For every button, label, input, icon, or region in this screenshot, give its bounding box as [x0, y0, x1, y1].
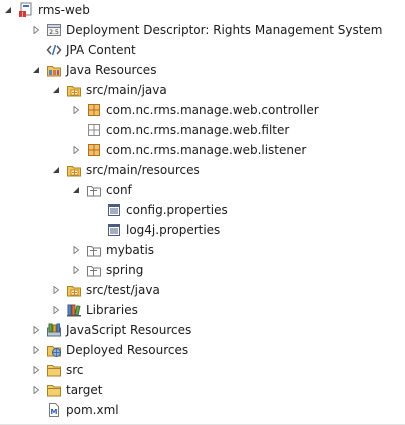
tree-item-deployment-descriptor[interactable]: 2.5 Deployment Descriptor: Rights Manage… — [0, 20, 405, 40]
empty-package-icon — [86, 122, 102, 138]
tree-item-src[interactable]: src — [0, 360, 405, 380]
expand-arrow-icon[interactable] — [70, 240, 82, 260]
collapse-arrow-icon[interactable] — [30, 60, 42, 80]
deployed-resources-icon — [46, 342, 62, 358]
collapse-arrow-icon[interactable] — [50, 160, 62, 180]
collapse-arrow-icon[interactable] — [50, 80, 62, 100]
tree-item-mybatis[interactable]: mybatis — [0, 240, 405, 260]
project-explorer-tree: J rms-web 2.5 Deployment Descriptor: Rig… — [0, 0, 405, 425]
tree-item-jpa-content[interactable]: JPA Content — [0, 40, 405, 60]
tree-item-label: spring — [106, 263, 144, 277]
tree-item-label: src/main/resources — [86, 163, 200, 177]
properties-file-icon — [106, 222, 122, 238]
tree-item-label: src — [66, 363, 84, 377]
tree-item-label: Deployed Resources — [66, 343, 189, 357]
source-folder-icon — [66, 162, 82, 178]
tree-item-rms-web[interactable]: J rms-web — [0, 0, 405, 20]
tree-item-libraries[interactable]: Libraries — [0, 300, 405, 320]
tree-item-src-main-java[interactable]: src/main/java — [0, 80, 405, 100]
source-folder-icon — [66, 282, 82, 298]
folder-icon — [46, 362, 62, 378]
tree-item-deployed-resources[interactable]: Deployed Resources — [0, 340, 405, 360]
jpa-content-icon — [46, 42, 62, 58]
tree-item-label: config.properties — [126, 203, 228, 217]
deployment-descriptor-icon: 2.5 — [46, 22, 62, 38]
tree-item-src-main-resources[interactable]: src/main/resources — [0, 160, 405, 180]
tree-item-pom-xml[interactable]: M pom.xml — [0, 400, 405, 420]
tree-item-label: Deployment Descriptor: Rights Management… — [66, 23, 383, 37]
tree-item-label: target — [66, 383, 103, 397]
tree-item-label: JPA Content — [66, 43, 136, 57]
tree-item-label: log4j.properties — [126, 223, 221, 237]
javascript-resources-icon — [46, 322, 62, 338]
expand-arrow-icon[interactable] — [50, 280, 62, 300]
svg-text:2.5: 2.5 — [49, 29, 59, 36]
maven-pom-icon: M — [46, 402, 62, 418]
tree-item-label: com.nc.rms.manage.web.controller — [106, 103, 319, 117]
tree-item-log4j-properties[interactable]: log4j.properties — [0, 220, 405, 240]
expand-arrow-icon[interactable] — [30, 20, 42, 40]
tree-item-label: com.nc.rms.manage.web.filter — [106, 123, 290, 137]
tree-item-label: JavaScript Resources — [66, 323, 192, 337]
tree-item-package-controller[interactable]: com.nc.rms.manage.web.controller — [0, 100, 405, 120]
package-icon — [86, 102, 102, 118]
libraries-icon — [66, 302, 82, 318]
collapse-arrow-icon[interactable] — [70, 180, 82, 200]
tree-item-javascript-resources[interactable]: JavaScript Resources — [0, 320, 405, 340]
tree-item-label: mybatis — [106, 243, 155, 257]
tree-item-conf[interactable]: conf — [0, 180, 405, 200]
expand-arrow-icon[interactable] — [30, 360, 42, 380]
tree-item-java-resources[interactable]: Java Resources — [0, 60, 405, 80]
svg-text:M: M — [51, 408, 58, 416]
tree-item-label: Java Resources — [66, 63, 157, 77]
expand-arrow-icon[interactable] — [70, 140, 82, 160]
expand-arrow-icon[interactable] — [70, 100, 82, 120]
tree-item-package-listener[interactable]: com.nc.rms.manage.web.listener — [0, 140, 405, 160]
tree-item-label: rms-web — [38, 3, 90, 17]
expand-arrow-icon[interactable] — [30, 380, 42, 400]
source-folder-icon — [66, 82, 82, 98]
tree-item-label: conf — [106, 183, 132, 197]
tree-item-label: pom.xml — [66, 403, 119, 417]
tree-item-label: src/main/java — [86, 83, 167, 97]
expand-arrow-icon[interactable] — [70, 260, 82, 280]
tree-item-src-test-java[interactable]: src/test/java — [0, 280, 405, 300]
tree-item-spring[interactable]: spring — [0, 260, 405, 280]
resource-package-icon — [86, 182, 102, 198]
tree-item-label: Libraries — [86, 303, 138, 317]
collapse-arrow-icon[interactable] — [2, 0, 14, 20]
folder-icon — [46, 382, 62, 398]
tree-item-config-properties[interactable]: config.properties — [0, 200, 405, 220]
java-resources-icon — [46, 62, 62, 78]
resource-package-icon — [86, 242, 102, 258]
expand-arrow-icon[interactable] — [50, 300, 62, 320]
tree-item-target[interactable]: target — [0, 380, 405, 400]
properties-file-icon — [106, 202, 122, 218]
tree-item-label: src/test/java — [86, 283, 160, 297]
expand-arrow-icon[interactable] — [30, 320, 42, 340]
svg-text:J: J — [21, 12, 23, 18]
expand-arrow-icon[interactable] — [30, 340, 42, 360]
tree-item-package-filter[interactable]: com.nc.rms.manage.web.filter — [0, 120, 405, 140]
resource-package-icon — [86, 262, 102, 278]
web-project-icon: J — [18, 2, 34, 18]
package-icon — [86, 142, 102, 158]
tree-item-label: com.nc.rms.manage.web.listener — [106, 143, 307, 157]
